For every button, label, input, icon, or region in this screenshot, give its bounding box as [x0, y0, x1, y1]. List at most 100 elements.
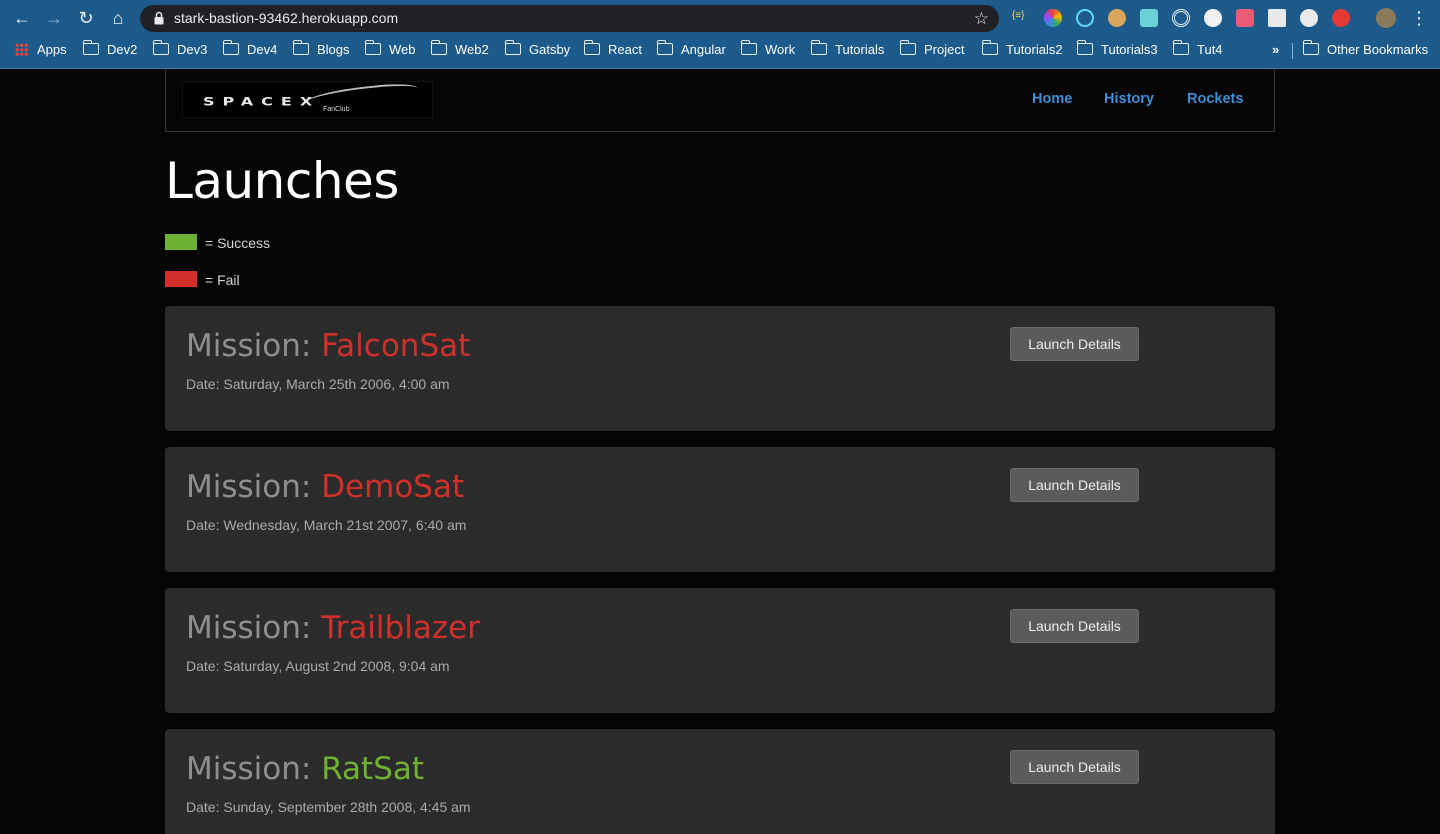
bookmark-folder[interactable]: Dev3 — [152, 36, 208, 64]
nav-link-rockets[interactable]: Rockets — [1187, 91, 1243, 107]
launch-details-button[interactable]: Launch Details — [1010, 468, 1139, 502]
bookmark-folder[interactable]: Project — [899, 36, 964, 64]
bookmark-folder[interactable]: Tut4 — [1172, 36, 1223, 64]
bookmark-label: Dev2 — [107, 42, 138, 57]
mission-prefix: Mission: — [186, 328, 322, 364]
cookie-extension-icon[interactable] — [1108, 9, 1126, 27]
bookmark-label: Gatsby — [529, 42, 571, 57]
mission-date: Date: Saturday, March 25th 2006, 4:00 am — [186, 376, 450, 392]
bookmark-folder[interactable]: React — [583, 36, 642, 64]
mission-heading: Mission: DemoSat — [186, 469, 464, 505]
page-title: Launches — [165, 152, 399, 210]
apps-grid-icon — [15, 43, 28, 56]
bookmark-label: Other Bookmarks — [1327, 42, 1429, 57]
bookmarks-overflow-icon[interactable]: » — [1272, 36, 1279, 64]
mission-prefix: Mission: — [186, 610, 322, 646]
browser-toolbar: ← → ↻ ⌂ stark-bastion-93462.herokuapp.co… — [0, 0, 1440, 36]
bookmark-apps[interactable]: Apps — [15, 36, 67, 64]
bookmark-folder[interactable]: Tutorials — [810, 36, 884, 64]
launch-details-button[interactable]: Launch Details — [1010, 750, 1139, 784]
bookmark-label: Web — [389, 42, 416, 57]
folder-icon — [222, 40, 239, 55]
folder-icon — [152, 40, 169, 55]
mission-name: FalconSat — [321, 328, 471, 364]
color-picker-extension-icon[interactable] — [1044, 9, 1062, 27]
folder-icon — [810, 40, 827, 55]
launch-card: Mission: Trailblazer Date: Saturday, Aug… — [165, 588, 1275, 713]
back-arrow-icon[interactable]: ← — [10, 6, 34, 30]
bookmark-label: Blogs — [317, 42, 350, 57]
avatar[interactable] — [1376, 8, 1396, 28]
more-menu-icon[interactable]: ⋮ — [1410, 6, 1428, 30]
site-navbar: SPACEX FanClub Home History Rockets — [165, 69, 1275, 132]
bookmark-folder[interactable]: Tutorials2 — [981, 36, 1063, 64]
reload-icon[interactable]: ↻ — [74, 6, 98, 30]
mission-heading: Mission: FalconSat — [186, 328, 470, 364]
folder-icon — [1302, 40, 1319, 55]
nav-link-history[interactable]: History — [1104, 91, 1154, 107]
bookmark-label: Work — [765, 42, 796, 57]
mission-name: RatSat — [321, 751, 425, 787]
launch-card: Mission: RatSat Date: Sunday, September … — [165, 729, 1275, 834]
bookmark-folder[interactable]: Angular — [656, 36, 726, 64]
mission-heading: Mission: RatSat — [186, 751, 424, 787]
c-extension-icon[interactable] — [1300, 9, 1318, 27]
launch-details-button[interactable]: Launch Details — [1010, 609, 1139, 643]
launch-card: Mission: DemoSat Date: Wednesday, March … — [165, 447, 1275, 572]
mission-date: Date: Wednesday, March 21st 2007, 6:40 a… — [186, 517, 467, 533]
bookmarks-bar: Apps Dev2 Dev3 Dev4 Blogs Web Web2 Gatsb… — [0, 36, 1440, 69]
bookmark-label: Tut4 — [1197, 42, 1223, 57]
bookmark-folder[interactable]: Blogs — [292, 36, 350, 64]
stop-hand-extension-icon[interactable] — [1332, 9, 1350, 27]
bookmark-folder[interactable]: Dev2 — [82, 36, 138, 64]
bookmark-label: Angular — [681, 42, 726, 57]
folder-icon — [740, 40, 757, 55]
bookmark-label: Dev4 — [247, 42, 278, 57]
mission-date: Date: Saturday, August 2nd 2008, 9:04 am — [186, 658, 450, 674]
folder-icon — [899, 40, 916, 55]
bookmark-folder[interactable]: Dev4 — [222, 36, 278, 64]
legend-fail-swatch — [165, 271, 197, 287]
forward-arrow-icon[interactable]: → — [42, 6, 66, 30]
pen-extension-icon[interactable] — [1140, 9, 1158, 27]
mission-name: Trailblazer — [321, 610, 480, 646]
bookmark-other[interactable]: Other Bookmarks — [1302, 36, 1429, 64]
folder-icon — [292, 40, 309, 55]
bookmark-label: Web2 — [455, 42, 489, 57]
mission-date: Date: Sunday, September 28th 2008, 4:45 … — [186, 799, 471, 815]
bookmark-folder[interactable]: Web — [364, 36, 416, 64]
react-devtools-icon[interactable] — [1076, 9, 1094, 27]
nav-link-home[interactable]: Home — [1032, 91, 1072, 107]
logo-text: SPACEX — [203, 94, 321, 109]
bookmark-label: Dev3 — [177, 42, 208, 57]
home-icon[interactable]: ⌂ — [106, 6, 130, 30]
h-extension-icon[interactable] — [1204, 9, 1222, 27]
bookmark-folder[interactable]: Web2 — [430, 36, 489, 64]
video-extension-icon[interactable] — [1236, 9, 1254, 27]
folder-icon — [430, 40, 447, 55]
calendar-extension-icon[interactable] — [1268, 9, 1286, 27]
launch-details-button[interactable]: Launch Details — [1010, 327, 1139, 361]
folder-icon — [82, 40, 99, 55]
target-extension-icon[interactable] — [1172, 9, 1190, 27]
bookmark-folder[interactable]: Gatsby — [504, 36, 571, 64]
bookmark-folder[interactable]: Work — [740, 36, 796, 64]
logo[interactable]: SPACEX FanClub — [182, 81, 433, 118]
legend-success-label: = Success — [205, 235, 270, 251]
folder-icon — [1076, 40, 1093, 55]
bookmark-label: Tutorials2 — [1006, 42, 1063, 57]
bookmark-folder[interactable]: Tutorials3 — [1076, 36, 1158, 64]
folder-icon — [656, 40, 673, 55]
json-extension-icon[interactable]: {≡} — [1012, 10, 1025, 21]
folder-icon — [364, 40, 381, 55]
folder-icon — [981, 40, 998, 55]
url-text: stark-bastion-93462.herokuapp.com — [174, 10, 399, 26]
bookmark-label: Tutorials3 — [1101, 42, 1158, 57]
bookmark-label: React — [608, 42, 642, 57]
lock-icon — [154, 11, 164, 25]
bookmark-label: Apps — [37, 42, 67, 57]
mission-name: DemoSat — [321, 469, 465, 505]
address-bar[interactable]: stark-bastion-93462.herokuapp.com ☆ — [140, 5, 999, 32]
bookmark-star-icon[interactable]: ☆ — [974, 5, 989, 32]
legend-fail-label: = Fail — [205, 272, 240, 288]
